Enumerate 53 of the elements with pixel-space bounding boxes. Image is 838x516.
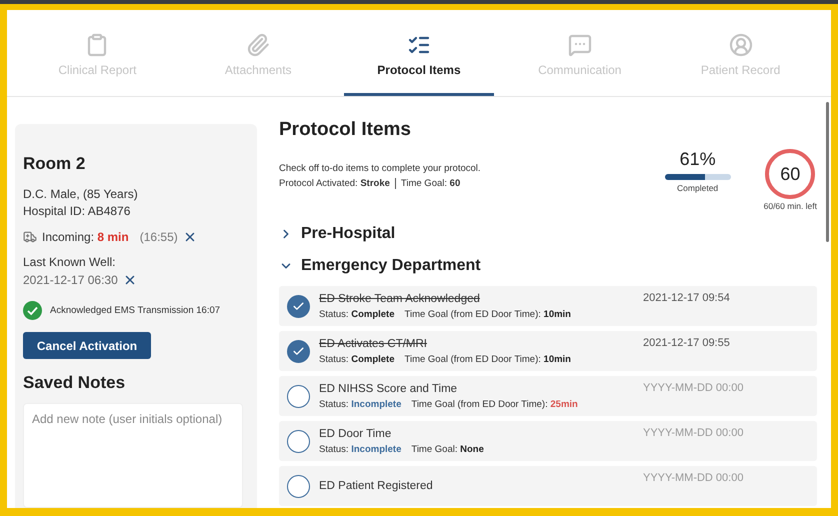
item-date: 2021-12-17 09:55 <box>643 337 731 349</box>
item-status: Status: Incomplete <box>319 398 402 410</box>
item-time-goal: Time Goal (from ED Door Time): 10min <box>404 308 571 320</box>
cancel-activation-button[interactable]: Cancel Activation <box>23 332 151 360</box>
timer-ring: 60 <box>765 149 816 199</box>
user-icon <box>728 32 753 56</box>
item-title: ED Door Time <box>319 428 392 440</box>
tab[interactable]: Communication <box>504 10 655 96</box>
item-checkbox[interactable] <box>287 294 310 318</box>
item-checkbox[interactable] <box>287 340 310 362</box>
check-circle-icon <box>23 301 42 320</box>
item-status: Status: Complete <box>319 308 395 320</box>
room-title: Room 2 <box>23 154 86 174</box>
incoming-text: Incoming: 8 min <box>42 230 129 244</box>
date-field[interactable]: YYYY-MM-DD 00:00 <box>643 427 809 439</box>
section-header[interactable]: Emergency Department <box>279 257 817 275</box>
last-known-well-label: Last Known Well: <box>23 254 116 271</box>
page-title: Protocol Items <box>279 119 412 141</box>
tab[interactable]: Attachments <box>183 10 334 96</box>
paperclip-icon <box>246 32 270 56</box>
check-icon <box>292 344 305 358</box>
patient-info: D.C. Male, (85 Years) Hospital ID: AB4876 <box>23 186 139 220</box>
notes-title: Saved Notes <box>23 373 126 394</box>
acknowledged-text: Acknowledged EMS Transmission 16:07 <box>50 305 220 316</box>
item-title: ED NIHSS Score and Time <box>319 382 458 394</box>
item-checkbox[interactable] <box>287 384 310 408</box>
protocol-description: Check off to-do items to complete your protocol. Protocol Activated: Stroke Time Goal: 60 <box>279 162 482 191</box>
item-title: ED Patient Registered <box>319 480 434 492</box>
tab[interactable]: Patient Record <box>666 10 816 96</box>
item-status: Status: Complete <box>319 354 395 364</box>
completed-label: Completed <box>677 183 718 193</box>
item-time-goal: Time Goal (from ED Door Time): 25min <box>411 398 578 410</box>
section-header[interactable]: Pre-Hospital <box>279 225 817 243</box>
item-status: Status: Incomplete <box>319 444 402 454</box>
item-time-goal: Time Goal: None <box>411 444 484 454</box>
note-field[interactable]: Add new note (user initials optional) <box>23 403 243 508</box>
date-field[interactable]: YYYY-MM-DD 00:00 <box>643 472 809 484</box>
date-field[interactable]: YYYY-MM-DD 00:00 <box>643 382 809 394</box>
tab[interactable]: Protocol Items <box>344 10 494 96</box>
item-title: ED Stroke Team Acknowledged <box>319 292 481 304</box>
timer-caption: 60/60 min. left <box>764 201 817 211</box>
ambulance-icon <box>23 230 37 244</box>
item-checkbox[interactable] <box>287 474 310 498</box>
last-known-well-value: 2021-12-17 06:30 <box>23 273 118 287</box>
item-title: ED Activates CT/MRI <box>319 338 428 350</box>
chat-bubble-icon <box>568 32 592 56</box>
percent-complete: 61% <box>680 149 716 170</box>
check-icon <box>292 300 305 312</box>
item-date: 2021-12-17 09:54 <box>643 292 731 304</box>
item-time-goal: Time Goal (from ED Door Time): 10min <box>404 354 571 364</box>
incoming-time: (16:55) <box>140 230 178 244</box>
item-checkbox[interactable] <box>287 430 310 452</box>
tab[interactable]: Clinical Report <box>22 10 172 96</box>
